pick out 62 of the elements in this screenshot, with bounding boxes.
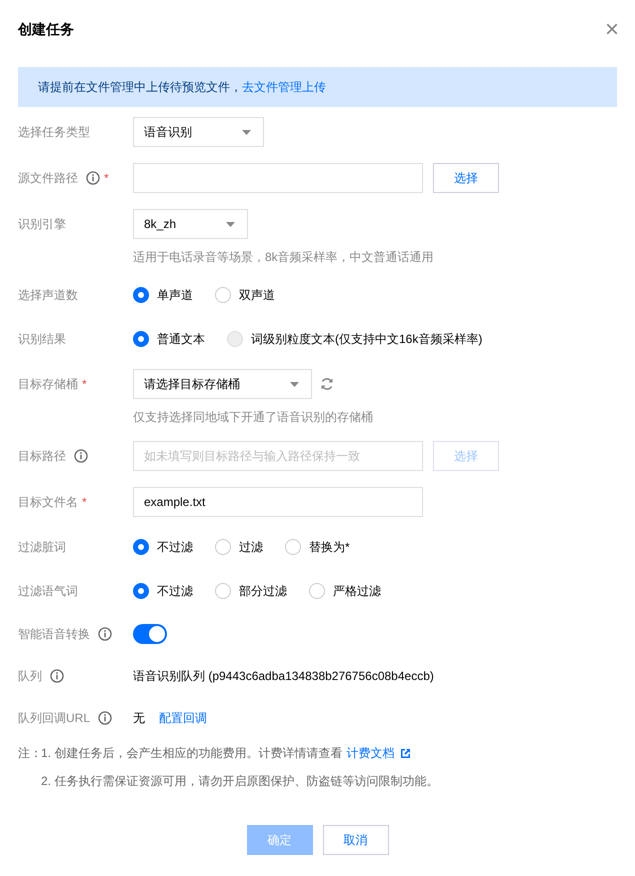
option-label: 普通文本 bbox=[157, 330, 205, 348]
option-label: 替换为* bbox=[309, 538, 350, 556]
radio-button[interactable] bbox=[309, 583, 325, 599]
field-label: 选择声道数 bbox=[18, 286, 78, 304]
note-label: 注： bbox=[18, 745, 41, 762]
field-label: 目标文件名 bbox=[18, 494, 78, 510]
close-button[interactable]: × bbox=[604, 20, 619, 40]
field-label: 识别引擎 bbox=[18, 216, 66, 232]
option-label: 部分过滤 bbox=[239, 582, 287, 600]
radio-button[interactable] bbox=[133, 331, 149, 347]
select-field[interactable]: 语音识别 bbox=[133, 117, 264, 147]
upload-link[interactable]: 去文件管理上传 bbox=[242, 78, 326, 96]
select-field[interactable]: 请选择目标存储桶 bbox=[133, 369, 312, 399]
hint-text: 仅支持选择同地域下开通了语音识别的存储桶 bbox=[133, 409, 373, 425]
select-field[interactable]: 8k_zh bbox=[133, 209, 248, 239]
option-label: 过滤 bbox=[239, 538, 263, 556]
field-label: 源文件路径 bbox=[18, 170, 78, 186]
radio-button[interactable] bbox=[215, 539, 231, 555]
field-label: 目标路径 bbox=[18, 448, 66, 464]
radio-button[interactable] bbox=[133, 583, 149, 599]
note-text: 2. 任务执行需保证资源可用，请勿开启原图保护、防盗链等访问限制功能。 bbox=[41, 773, 438, 789]
field-label: 目标存储桶 bbox=[18, 376, 78, 392]
required-mark: * bbox=[82, 495, 87, 509]
hint-text: 适用于电话录音等场景，8k音频采样率，中文普通话通用 bbox=[133, 249, 434, 265]
input-field[interactable]: example.txt bbox=[133, 487, 423, 517]
option-label: 不过滤 bbox=[157, 538, 193, 556]
select-button[interactable]: 选择 bbox=[433, 163, 499, 193]
field-label: 过滤脏词 bbox=[18, 538, 66, 556]
field-label: 队列 bbox=[18, 668, 42, 684]
option-label: 不过滤 bbox=[157, 582, 193, 600]
note-text: 1. 创建任务后，会产生相应的功能费用。计费详情请查看 bbox=[41, 745, 342, 761]
input-field[interactable] bbox=[133, 163, 423, 193]
queue-text: 语音识别队列 (p9443c6adba134838b276756c08b4eccb) bbox=[133, 668, 434, 684]
input-field[interactable]: 如未填写则目标路径与输入路径保持一致 bbox=[133, 441, 423, 471]
caret-icon bbox=[290, 382, 299, 386]
option-label: 双声道 bbox=[239, 286, 275, 304]
caret-icon bbox=[226, 222, 236, 226]
refresh-icon[interactable] bbox=[320, 377, 334, 391]
field-label: 智能语音转换 bbox=[18, 626, 90, 642]
field-label: 识别结果 bbox=[18, 330, 66, 348]
billing-link[interactable]: 计费文档 bbox=[346, 745, 394, 761]
toggle-switch[interactable] bbox=[133, 624, 167, 644]
dialog-title: 创建任务 bbox=[18, 21, 74, 39]
external-link-icon[interactable] bbox=[400, 748, 412, 758]
field-label: 选择任务类型 bbox=[18, 124, 90, 140]
radio-button[interactable] bbox=[133, 539, 149, 555]
field-label: 队列回调URL bbox=[18, 710, 90, 726]
caret-icon bbox=[242, 130, 251, 134]
radio-button[interactable] bbox=[215, 583, 231, 599]
field-label: 过滤语气词 bbox=[18, 582, 78, 600]
radio-button[interactable] bbox=[133, 287, 149, 303]
required-mark: * bbox=[104, 171, 109, 185]
option-label: 单声道 bbox=[157, 286, 193, 304]
radio-button[interactable] bbox=[285, 539, 301, 555]
notice-text: 请提前在文件管理中上传待预览文件， bbox=[38, 78, 242, 96]
option-label: 严格过滤 bbox=[333, 582, 381, 600]
cancel-button[interactable]: 取消 bbox=[322, 825, 388, 855]
required-mark: * bbox=[82, 377, 87, 391]
radio-button[interactable] bbox=[215, 287, 231, 303]
value-text: 无 bbox=[133, 710, 145, 726]
configure-link[interactable]: 配置回调 bbox=[159, 710, 207, 726]
option-label: 词级别粒度文本(仅支持中文16k音频采样率) bbox=[251, 330, 482, 348]
